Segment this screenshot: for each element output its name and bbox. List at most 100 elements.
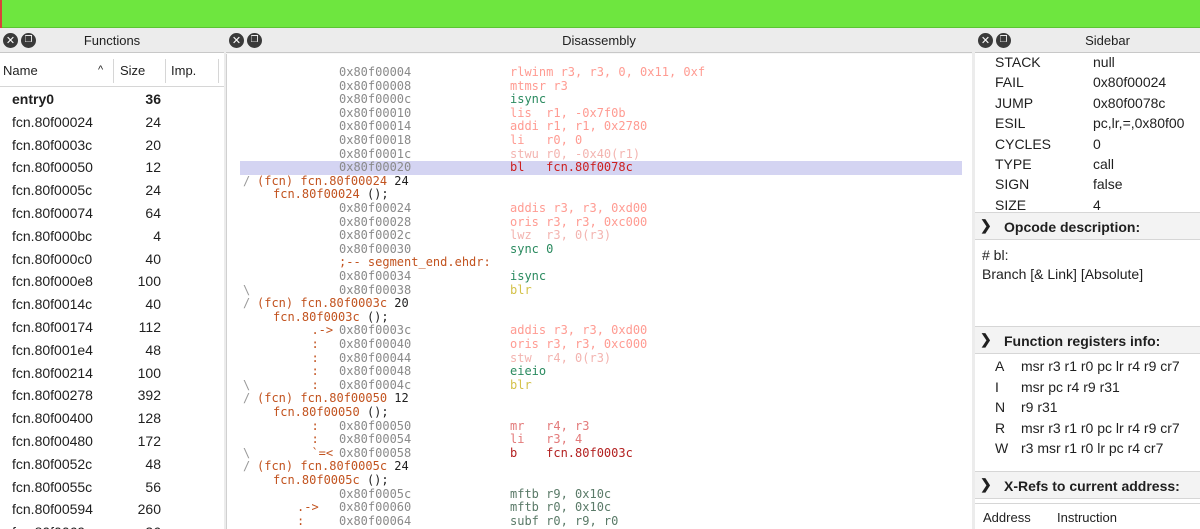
- function-row[interactable]: fcn.80f0005c 24: [0, 179, 224, 202]
- column-divider[interactable]: [218, 59, 219, 83]
- column-address[interactable]: Address: [983, 510, 1031, 525]
- instruction-address: 0x80f00018: [339, 133, 412, 147]
- disassembly-line[interactable]: 0x80f0005c mftb r9, 0x10c: [227, 487, 972, 502]
- chevron-down-icon[interactable]: ❯: [980, 217, 992, 234]
- function-row[interactable]: fcn.80f0069c 36: [0, 521, 224, 529]
- disassembly-line[interactable]: .-> 0x80f00060 mftb r0, 0x10c: [227, 501, 972, 515]
- disassembly-line[interactable]: 0x80f0002c lwz r3, 0(r3): [227, 229, 972, 243]
- disassembly-line[interactable]: 0x80f00014 addi r1, r1, 0x2780: [227, 120, 972, 134]
- close-icon[interactable]: ✕: [978, 33, 993, 48]
- function-row[interactable]: entry0 36: [0, 88, 224, 111]
- function-registers-section[interactable]: ❯ Function registers info:: [975, 326, 1200, 354]
- column-imp[interactable]: Imp.: [171, 63, 196, 78]
- register-row: Wr3 msr r1 r0 lr pc r4 cr7: [975, 438, 1200, 459]
- sidebar-panel: ✕ ❐ Sidebar STACK null FAIL 0x80f00024 JUMP 0…: [975, 29, 1200, 529]
- function-header-size: 12: [394, 391, 409, 406]
- function-row[interactable]: fcn.80f00278 392: [0, 384, 224, 407]
- function-row[interactable]: fcn.80f000e8 100: [0, 270, 224, 293]
- disassembly-line[interactable]: 0x80f00008 mtmsr r3: [227, 79, 972, 94]
- xrefs-table-header[interactable]: Address Instruction: [975, 503, 1200, 529]
- flow-arrow: :: [297, 337, 319, 351]
- functions-title: Functions: [83, 33, 141, 48]
- function-row[interactable]: fcn.80f001e4 48: [0, 339, 224, 362]
- disassembly-line[interactable]: / (fcn) fcn.80f00050 12: [227, 392, 972, 406]
- function-row[interactable]: fcn.80f000c0 40: [0, 248, 224, 271]
- function-row[interactable]: fcn.80f00024 24: [0, 111, 224, 134]
- disassembly-line[interactable]: fcn.80f0005c ();: [227, 473, 972, 488]
- register-list: msr r3 r1 r0 pc lr r4 r9 cr7: [1021, 358, 1180, 374]
- function-row[interactable]: fcn.80f0052c 48: [0, 453, 224, 476]
- disassembly-line[interactable]: : 0x80f00050 mr r4, r3: [227, 419, 972, 434]
- disassembly-line[interactable]: \ 0x80f00038 blr: [227, 283, 972, 298]
- function-header: (fcn) fcn.80f0005c 24: [257, 460, 409, 474]
- function-row[interactable]: fcn.80f00214 100: [0, 362, 224, 385]
- disassembly-line[interactable]: fcn.80f0003c ();: [227, 310, 972, 325]
- disassembly-line[interactable]: `=< \ 0x80f00058 b fcn.80f0003c: [227, 446, 972, 461]
- function-row[interactable]: fcn.80f0003c 20: [0, 134, 224, 157]
- disassembly-line[interactable]: ;-- segment_end.ehdr:: [227, 256, 972, 270]
- block-start-mark: /: [243, 391, 251, 406]
- flow-arrow: :: [297, 364, 319, 379]
- function-header: (fcn) fcn.80f00024 24: [257, 174, 409, 189]
- function-row[interactable]: fcn.80f00050 12: [0, 156, 224, 179]
- disassembly-line[interactable]: 0x80f00024 addis r3, r3, 0xd00: [227, 201, 972, 216]
- disassembly-view[interactable]: 0x80f00004 rlwinm r3, r3, 0, 0x11, 0xf 0x8…: [226, 54, 972, 529]
- function-size: 40: [145, 296, 161, 313]
- chevron-down-icon[interactable]: ❯: [980, 331, 992, 348]
- chevron-down-icon[interactable]: ❯: [980, 476, 992, 493]
- function-size: 112: [138, 318, 161, 335]
- function-row[interactable]: fcn.80f00480 172: [0, 430, 224, 453]
- function-row[interactable]: fcn.80f00400 128: [0, 407, 224, 430]
- disassembly-line[interactable]: 0x80f00034 isync: [227, 269, 972, 284]
- opcode-description-section[interactable]: ❯ Opcode description:: [975, 212, 1200, 240]
- disassembly-line[interactable]: : 0x80f00064 subf r0, r9, r0: [227, 514, 972, 529]
- function-row[interactable]: fcn.80f00074 64: [0, 202, 224, 225]
- functions-column-header[interactable]: Name ^ Size Imp.: [0, 54, 224, 87]
- disassembly-line[interactable]: 0x80f00020 bl fcn.80f0078c: [240, 161, 962, 175]
- column-divider[interactable]: [165, 59, 166, 83]
- instruction-address: 0x80f00010: [339, 105, 412, 120]
- disassembly-line[interactable]: .-> 0x80f0003c addis r3, r3, 0xd00: [227, 324, 972, 338]
- flag-comment: ;-- segment_end.ehdr:: [339, 255, 491, 270]
- xrefs-section[interactable]: ❯ X-Refs to current address:: [975, 471, 1200, 499]
- disassembly-line[interactable]: 0x80f00018 li r0, 0: [227, 133, 972, 148]
- disassembly-line[interactable]: : \ 0x80f0004c blr: [227, 378, 972, 393]
- function-header-name: (fcn) fcn.80f0003c: [257, 296, 388, 311]
- disassembly-line[interactable]: / (fcn) fcn.80f0005c 24: [227, 460, 972, 474]
- column-size[interactable]: Size: [120, 63, 145, 78]
- function-row[interactable]: fcn.80f00174 112: [0, 316, 224, 339]
- function-row[interactable]: fcn.80f00594 260: [0, 498, 224, 521]
- disassembly-line[interactable]: 0x80f0000c isync: [227, 93, 972, 107]
- disassembly-line[interactable]: 0x80f00030 sync 0: [227, 242, 972, 257]
- float-window-icon[interactable]: ❐: [996, 33, 1011, 48]
- disassembly-line[interactable]: / (fcn) fcn.80f00024 24: [227, 174, 972, 189]
- disassembly-line[interactable]: : 0x80f00044 stw r4, 0(r3): [227, 351, 972, 366]
- property-row: STACK null: [975, 52, 1200, 72]
- property-key: CYCLES: [995, 135, 1052, 152]
- function-signature: fcn.80f0003c ();: [273, 310, 389, 325]
- function-size: 4: [153, 227, 161, 244]
- instruction-address: 0x80f00014: [339, 119, 412, 134]
- property-key: ESIL: [995, 115, 1026, 132]
- disassembly-line[interactable]: 0x80f00010 lis r1, -0x7f0b: [227, 105, 972, 121]
- function-row[interactable]: fcn.80f0055c 56: [0, 476, 224, 499]
- function-row[interactable]: fcn.80f000bc 4: [0, 225, 224, 248]
- disassembly-line[interactable]: / (fcn) fcn.80f0003c 20: [227, 296, 972, 311]
- column-instruction[interactable]: Instruction: [1057, 510, 1117, 525]
- disassembly-line[interactable]: : 0x80f00054 li r3, 4: [227, 433, 972, 447]
- function-signature-parens: ();: [366, 405, 389, 419]
- disassembly-line[interactable]: 0x80f00004 rlwinm r3, r3, 0, 0x11, 0xf: [227, 65, 972, 80]
- column-divider[interactable]: [113, 59, 114, 83]
- disassembly-line[interactable]: : 0x80f00048 eieio: [227, 365, 972, 379]
- disassembly-line[interactable]: fcn.80f00050 ();: [227, 405, 972, 420]
- column-name[interactable]: Name: [3, 63, 38, 78]
- disassembly-line[interactable]: : 0x80f00040 oris r3, r3, 0xc000: [227, 337, 972, 352]
- sort-ascending-icon[interactable]: ^: [98, 64, 103, 76]
- instruction-address: 0x80f0000c: [339, 92, 412, 107]
- disassembly-line[interactable]: fcn.80f00024 ();: [227, 188, 972, 202]
- register-list: msr pc r4 r9 r31: [1021, 378, 1120, 395]
- register-list: msr r3 r1 r0 pc lr r4 r9 cr7: [1021, 419, 1180, 436]
- disassembly-line[interactable]: 0x80f00028 oris r3, r3, 0xc000: [227, 215, 972, 230]
- function-row[interactable]: fcn.80f0014c 40: [0, 293, 224, 316]
- disassembly-line[interactable]: 0x80f0001c stwu r0, -0x40(r1): [227, 147, 972, 162]
